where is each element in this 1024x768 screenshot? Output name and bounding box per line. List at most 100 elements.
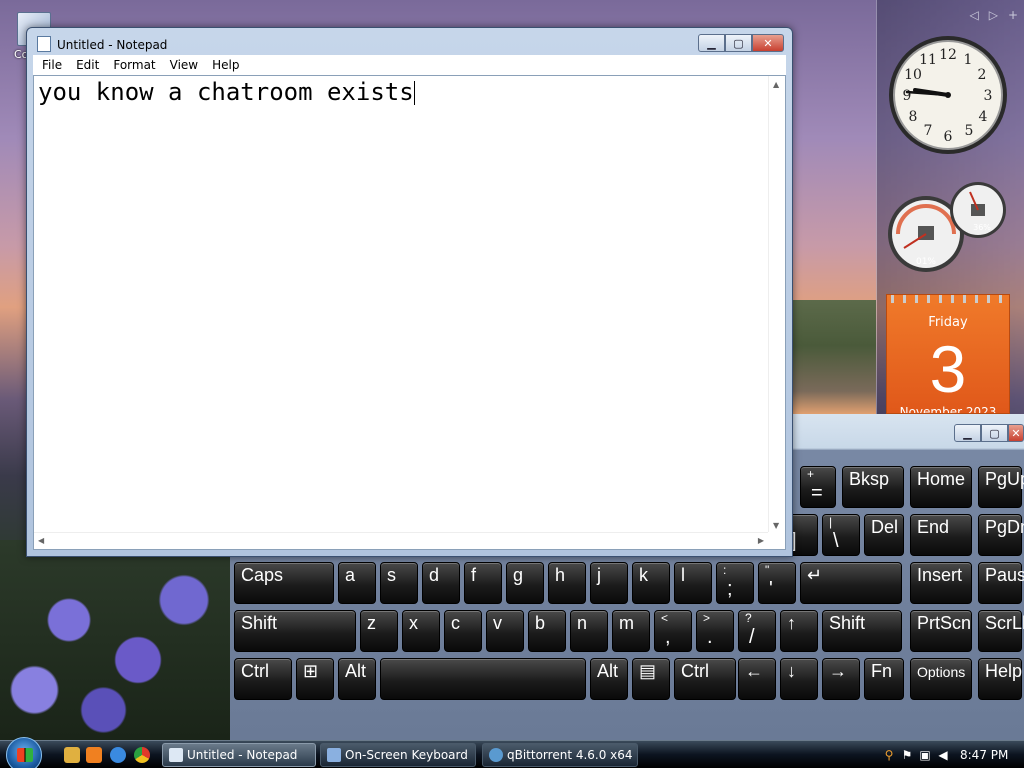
key-space[interactable] [380,658,586,700]
key-a[interactable]: a [338,562,376,604]
menu-file[interactable]: File [35,58,69,72]
key-g[interactable]: g [506,562,544,604]
key-lalt[interactable]: Alt [338,658,376,700]
taskbar-qbittorrent[interactable]: qBittorrent 4.6.0 x64 S... [482,743,638,767]
key-ralt[interactable]: Alt [590,658,628,700]
prev-icon[interactable]: ◁ [969,8,978,22]
key-period[interactable]: >. [696,610,734,652]
maximize-button[interactable]: ▢ [725,34,752,52]
key-pause[interactable]: Pause [978,562,1024,604]
key-h-label: h [555,565,566,585]
flag-icon[interactable]: ⚑ [900,748,914,762]
cpu-meter-gadget[interactable]: 01% 36% [886,180,1012,272]
network-icon[interactable]: ▣ [918,748,932,762]
calendar-gadget[interactable]: Friday 3 November 2023 [886,294,1010,414]
svg-text:4: 4 [979,109,988,125]
key-rctrl[interactable]: Ctrl [674,658,736,700]
horizontal-scrollbar[interactable]: ◀ ▶ [34,532,768,549]
key-v[interactable]: v [486,610,524,652]
key-pgdn[interactable]: PgDn [978,514,1024,556]
key-k[interactable]: k [632,562,670,604]
scroll-right-icon[interactable]: ▶ [758,536,764,545]
menu-edit[interactable]: Edit [69,58,106,72]
menu-help[interactable]: Help [205,58,246,72]
key-caps[interactable]: Caps [234,562,334,604]
key-lshift[interactable]: Shift [234,610,356,652]
scroll-left-icon[interactable]: ◀ [38,536,44,545]
key-prtscn[interactable]: PrtScn [910,610,972,652]
key-s[interactable]: s [380,562,418,604]
key-del[interactable]: Del [864,514,904,556]
search-icon[interactable]: ⚲ [882,748,896,762]
key-quote-label: ' [769,578,773,600]
key-end[interactable]: End [910,514,972,556]
start-button[interactable] [6,737,42,768]
key-j[interactable]: j [590,562,628,604]
key-z[interactable]: z [360,610,398,652]
clock-gadget[interactable]: 12 12 3 45678 9 1011 [887,34,1009,156]
key-lctrl[interactable]: Ctrl [234,658,292,700]
key-fn[interactable]: Fn [864,658,904,700]
key-bksp[interactable]: Bksp [842,466,904,508]
taskbar-osk[interactable]: On-Screen Keyboard [320,743,476,767]
menu-format[interactable]: Format [106,58,162,72]
taskbar-osk-label: On-Screen Keyboard [345,748,468,762]
key-backslash[interactable]: | \ [822,514,860,556]
key-s-label: s [387,565,396,585]
key-d[interactable]: d [422,562,460,604]
volume-icon[interactable]: ◀ [936,748,950,762]
key-down[interactable]: ↓ [780,658,818,700]
next-icon[interactable]: ▷ [989,8,998,22]
key-c[interactable]: c [444,610,482,652]
key-right[interactable]: → [822,658,860,700]
key-comma[interactable]: <, [654,610,692,652]
notepad-icon [169,748,183,762]
vertical-scrollbar[interactable]: ▲ ▼ [768,76,785,532]
key-left[interactable]: ← [738,658,776,700]
key-insert[interactable]: Insert [910,562,972,604]
key-slash[interactable]: ? / [738,610,776,652]
key-menu[interactable]: ▤ [632,658,670,700]
osk-close-button[interactable]: ✕ [1008,424,1024,442]
key-options[interactable]: Options [910,658,972,700]
key-quote-shift-label: " [765,563,770,577]
key-scrlk[interactable]: ScrLk [978,610,1024,652]
key-f[interactable]: f [464,562,502,604]
clock-time[interactable]: 8:47 PM [960,748,1008,762]
key-h[interactable]: h [548,562,586,604]
key-rshift[interactable]: Shift [822,610,902,652]
key-home[interactable]: Home [910,466,972,508]
key-options-label: Options [917,664,966,680]
osk-minimize-button[interactable]: ▁ [954,424,981,442]
add-gadget-icon[interactable]: + [1008,8,1018,22]
calendar-month: November 2023 [899,405,997,414]
key-up[interactable]: ↑ [780,610,818,652]
explorer-icon[interactable] [64,747,80,763]
internet-explorer-icon[interactable] [110,747,126,763]
key-help[interactable]: Help [978,658,1022,700]
key-n[interactable]: n [570,610,608,652]
key-period-label: . [707,626,713,648]
scroll-up-icon[interactable]: ▲ [773,80,779,89]
key-z-label: z [367,613,376,633]
chrome-icon[interactable] [134,747,150,763]
key-quote[interactable]: " ' [758,562,796,604]
key-plus[interactable]: + = [800,466,836,508]
minimize-button[interactable]: ▁ [698,34,725,52]
notepad-text-area[interactable]: you know a chatroom exists ▲ ▼ ◀ ▶ [33,75,786,550]
key-enter[interactable]: ↵ [800,562,902,604]
scroll-down-icon[interactable]: ▼ [773,521,779,530]
media-player-icon[interactable] [86,747,102,763]
menu-view[interactable]: View [163,58,205,72]
key-l[interactable]: l [674,562,712,604]
osk-maximize-button[interactable]: ▢ [981,424,1008,442]
close-button[interactable]: ✕ [752,34,784,52]
key-semicolon[interactable]: :; [716,562,754,604]
key-m[interactable]: m [612,610,650,652]
key-pgup[interactable]: PgUp [978,466,1024,508]
key-bksp-label: Bksp [849,469,890,489]
key-b[interactable]: b [528,610,566,652]
taskbar-notepad[interactable]: Untitled - Notepad [162,743,316,767]
key-win[interactable]: ⊞ [296,658,334,700]
key-x[interactable]: x [402,610,440,652]
